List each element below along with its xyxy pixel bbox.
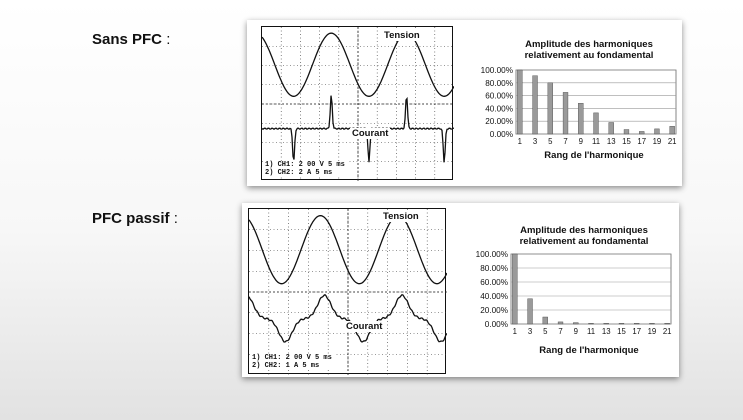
y-tick-label: 20.00%	[480, 306, 508, 315]
y-tick-label: 0.00%	[485, 320, 508, 329]
harmonic-bar	[593, 112, 599, 135]
harmonic-bar	[542, 316, 548, 325]
harmonic-bar	[654, 128, 660, 135]
harmonic-bar	[623, 129, 630, 135]
x-tick-label: 5	[543, 327, 548, 336]
harmonic-bar	[578, 103, 584, 135]
harmonic-bar	[639, 131, 645, 135]
x-tick-label: 17	[632, 327, 641, 336]
figure-panel-sans-pfc: Tension Courant 1) CH1: 2 00 V 5 ms 2) C…	[247, 20, 682, 186]
harmonic-bar	[527, 298, 533, 325]
harmonic-bar	[557, 321, 564, 325]
oscilloscope-traces	[262, 27, 454, 181]
section-heading-pfc-passif: PFC passif :	[92, 210, 178, 227]
x-tick-label: 21	[663, 327, 672, 336]
legend-ch2: 2) CH2: 2 A 5 ms	[265, 169, 333, 177]
x-tick-label: 1	[518, 137, 522, 146]
y-tick-label: 80.00%	[480, 264, 508, 273]
harmonic-bar	[532, 75, 538, 135]
x-tick-label: 11	[592, 137, 600, 146]
harmonic-bar	[517, 69, 523, 135]
harmonics-chart: Amplitude des harmoniques relativement a…	[459, 26, 681, 180]
heading-text: Sans PFC	[92, 31, 163, 48]
harmonic-bar	[547, 82, 553, 135]
harmonic-bar	[608, 122, 614, 135]
heading-colon: :	[162, 31, 171, 48]
x-tick-label: 3	[528, 327, 532, 336]
harmonic-bar	[669, 126, 675, 135]
x-tick-label: 5	[548, 137, 553, 146]
plot-area	[510, 253, 672, 325]
y-tick-label: 100.00%	[476, 250, 508, 259]
x-tick-label: 13	[602, 327, 611, 336]
x-tick-label: 11	[587, 327, 595, 336]
x-tick-label: 9	[574, 327, 578, 336]
x-tick-label: 19	[648, 327, 657, 336]
harmonic-bar	[562, 92, 569, 135]
harmonic-bar	[603, 323, 609, 325]
legend-ch2: 2) CH2: 1 A 5 ms	[252, 362, 320, 370]
harmonic-bar	[588, 323, 594, 325]
x-tick-label: 21	[668, 137, 677, 146]
y-tick-label: 0.00%	[490, 130, 513, 139]
harmonic-bar	[512, 253, 518, 325]
heading-colon: :	[169, 210, 178, 227]
tension-label: Tension	[381, 211, 421, 222]
y-tick-label: 40.00%	[485, 104, 513, 113]
oscilloscope-traces	[249, 209, 447, 375]
y-tick-label: 100.00%	[481, 66, 513, 75]
tension-label: Tension	[382, 30, 422, 41]
x-tick-label: 3	[533, 137, 537, 146]
y-tick-label: 60.00%	[485, 92, 513, 101]
y-tick-label: 80.00%	[485, 79, 513, 88]
channel-legend: 1) CH1: 2 00 V 5 ms 2) CH2: 2 A 5 ms	[263, 161, 347, 177]
section-heading-sans-pfc: Sans PFC :	[92, 31, 170, 48]
legend-ch1: 1) CH1: 2 00 V 5 ms	[252, 354, 332, 362]
heading-text: PFC passif	[92, 210, 170, 227]
harmonic-bar	[618, 323, 625, 325]
y-tick-label: 20.00%	[485, 117, 513, 126]
x-axis-label: Rang de l'harmonique	[539, 345, 639, 356]
courant-label: Courant	[350, 128, 391, 139]
x-tick-label: 15	[617, 327, 626, 336]
harmonic-bar	[649, 323, 655, 325]
legend-ch1: 1) CH1: 2 00 V 5 ms	[265, 161, 345, 169]
figure-panel-pfc-passif: Tension Courant 1) CH1: 2 00 V 5 ms 2) C…	[242, 203, 679, 377]
oscilloscope-screen: Tension Courant 1) CH1: 2 00 V 5 ms 2) C…	[261, 26, 454, 181]
y-tick-label: 40.00%	[480, 292, 508, 301]
harmonics-chart: Amplitude des harmoniques relativement a…	[452, 208, 678, 374]
channel-legend: 1) CH1: 2 00 V 5 ms 2) CH2: 1 A 5 ms	[250, 354, 334, 370]
x-tick-label: 9	[579, 137, 583, 146]
x-tick-label: 13	[607, 137, 616, 146]
x-tick-label: 17	[637, 137, 646, 146]
x-tick-label: 1	[513, 327, 517, 336]
harmonic-bar	[634, 323, 640, 325]
y-tick-label: 60.00%	[480, 278, 508, 287]
harmonic-bar	[664, 323, 670, 325]
x-axis-label: Rang de l'harmonique	[544, 150, 644, 161]
x-tick-label: 7	[563, 137, 567, 146]
courant-label: Courant	[344, 321, 385, 332]
oscilloscope-screen: Tension Courant 1) CH1: 2 00 V 5 ms 2) C…	[248, 208, 447, 375]
harmonic-bar	[573, 322, 579, 325]
x-tick-label: 19	[653, 137, 662, 146]
x-tick-label: 7	[558, 327, 562, 336]
x-tick-label: 15	[622, 137, 631, 146]
